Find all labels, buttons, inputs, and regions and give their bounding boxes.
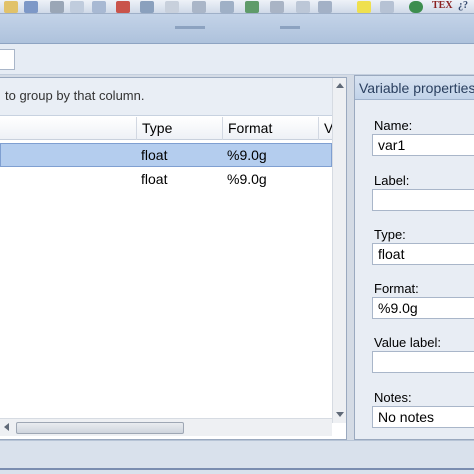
toolbar-icon-print[interactable] [50, 1, 64, 13]
status-bar-divider [0, 468, 474, 470]
column-header-format[interactable]: Format [223, 117, 319, 140]
column-header-value-label[interactable]: V [319, 117, 333, 140]
notes-field[interactable]: No notes [372, 406, 474, 428]
toolbar: TEX ¿? [0, 0, 474, 14]
toolbar-icon-table[interactable] [140, 1, 154, 13]
toolbar-icon-folder[interactable] [4, 1, 18, 13]
column-header-blank[interactable] [0, 117, 137, 140]
horizontal-scrollbar[interactable] [0, 418, 332, 436]
value-label-label: Value label: [374, 335, 441, 350]
label-label: Label: [374, 173, 410, 188]
label-field[interactable] [372, 189, 474, 211]
toolbar-icon-do-file[interactable] [245, 1, 259, 13]
table-cell-format: %9.0g [227, 147, 267, 163]
toolbar-icon-record[interactable] [116, 1, 130, 13]
table-row[interactable]: float %9.0g [0, 143, 332, 167]
scroll-down-icon[interactable] [336, 412, 344, 417]
toolbar-icon-log[interactable] [92, 1, 106, 13]
type-field[interactable]: float [372, 243, 474, 265]
band-decoration [280, 26, 300, 29]
table-cell-type: float [141, 171, 168, 187]
horizontal-scroll-thumb[interactable] [16, 422, 184, 434]
filter-row [0, 44, 474, 75]
column-header-row: Type Format V [0, 117, 333, 140]
format-label: Format: [374, 281, 419, 296]
toolbar-icon-globe[interactable] [409, 1, 423, 13]
toolbar-icon-note[interactable] [357, 1, 371, 13]
value-label-field[interactable] [372, 351, 474, 373]
variable-properties-panel: Variable properties Name: var1 Label: Ty… [354, 75, 474, 440]
format-field[interactable]: %9.0g [372, 297, 474, 319]
toolbar-icon-manager[interactable] [318, 1, 332, 13]
scroll-up-icon[interactable] [336, 83, 344, 88]
scroll-left-icon[interactable] [4, 423, 9, 431]
column-header-type[interactable]: Type [137, 117, 223, 140]
group-by-hint: to group by that column. [0, 78, 332, 116]
properties-panel-title: Variable properties [355, 76, 474, 100]
filter-input[interactable] [0, 49, 15, 70]
band-decoration [175, 26, 205, 29]
toolbar-icon-data-browser[interactable] [192, 1, 206, 13]
toolbar-band [0, 14, 474, 44]
app-window: TEX ¿? to group by that column. Type For… [0, 0, 474, 474]
table-row[interactable]: float %9.0g [0, 168, 332, 192]
toolbar-icon-document[interactable] [380, 1, 394, 13]
notes-label: Notes: [374, 390, 412, 405]
toolbar-icon-save[interactable] [24, 1, 38, 13]
name-label: Name: [374, 118, 413, 133]
status-bar [0, 440, 474, 474]
table-cell-type: float [141, 147, 168, 163]
variables-panel: to group by that column. Type Format V f… [0, 77, 347, 440]
toolbar-icon-chart[interactable] [70, 1, 84, 13]
toolbar-icon-edit[interactable] [165, 1, 179, 13]
toolbar-tex-label[interactable]: TEX [432, 0, 453, 11]
toolbar-icon-viewer[interactable] [270, 1, 284, 13]
toolbar-icon-graph[interactable] [296, 1, 310, 13]
type-label: Type: [374, 227, 406, 242]
vertical-scrollbar[interactable] [332, 78, 346, 423]
name-field[interactable]: var1 [372, 134, 474, 156]
table-cell-format: %9.0g [227, 171, 267, 187]
toolbar-help-label[interactable]: ¿? [458, 0, 468, 11]
toolbar-icon-variables[interactable] [220, 1, 234, 13]
